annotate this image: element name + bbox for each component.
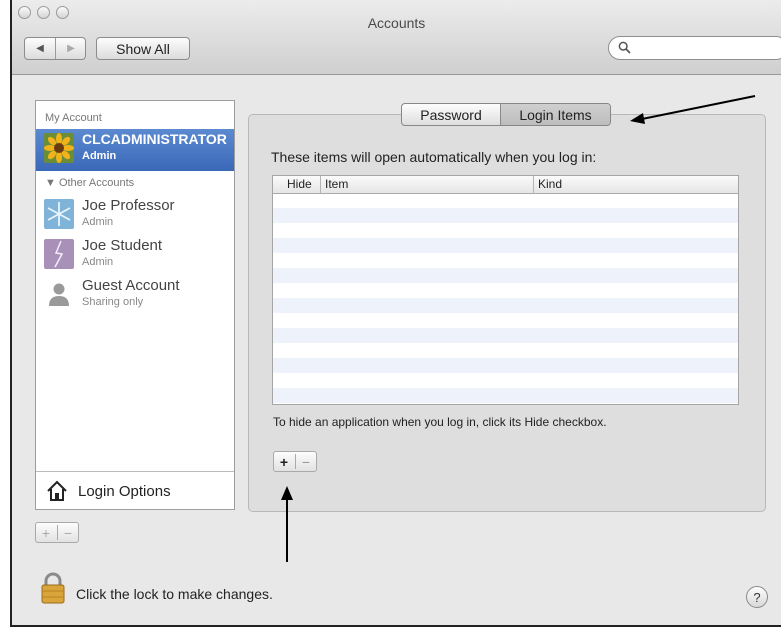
- column-header-kind[interactable]: Kind: [538, 177, 562, 191]
- lock-icon[interactable]: [41, 572, 65, 604]
- account-name: Guest Account: [82, 277, 180, 294]
- account-role: Admin: [82, 256, 114, 268]
- back-button[interactable]: ◀: [25, 38, 55, 59]
- window-title: Accounts: [367, 15, 426, 31]
- lightning-avatar-icon: [44, 239, 74, 269]
- search-icon: [618, 41, 631, 54]
- annotation-arrow-to-login-items: [630, 95, 756, 124]
- column-header-item[interactable]: Item: [325, 177, 348, 191]
- login-options-label: Login Options: [78, 483, 171, 500]
- account-item-clcadministrator[interactable]: CLCADMINISTRATOR Admin: [36, 129, 234, 171]
- show-all-button[interactable]: Show All: [96, 37, 190, 60]
- title-bar: Accounts ◀ ▶ Show All: [12, 0, 781, 75]
- column-separator: [533, 176, 534, 193]
- table-row: [273, 268, 738, 283]
- account-role: Admin: [82, 216, 114, 228]
- remove-account-button[interactable]: −: [58, 523, 78, 542]
- annotation-arrow-to-add-button: [281, 486, 293, 562]
- house-icon: [47, 480, 67, 501]
- forward-button[interactable]: ▶: [56, 38, 86, 59]
- lock-message: Click the lock to make changes.: [76, 586, 273, 602]
- table-row: [273, 388, 738, 403]
- search-field[interactable]: [608, 36, 781, 60]
- back-forward-control: ◀ ▶: [24, 37, 86, 60]
- login-options-item[interactable]: Login Options: [36, 471, 234, 509]
- table-header: Hide Item Kind: [273, 176, 738, 194]
- my-account-heading: My Account: [45, 112, 102, 124]
- account-name: Joe Professor: [82, 197, 175, 214]
- account-role: Sharing only: [82, 296, 144, 308]
- account-add-remove-control: + −: [35, 522, 79, 543]
- account-role: Admin: [82, 150, 117, 162]
- table-row: [273, 208, 738, 223]
- guest-silhouette-icon: [49, 283, 69, 306]
- table-row: [273, 328, 738, 343]
- login-items-table[interactable]: Hide Item Kind: [272, 175, 739, 405]
- help-button[interactable]: ?: [746, 586, 768, 608]
- snowflake-avatar-icon: [44, 199, 74, 229]
- remove-login-item-button[interactable]: −: [296, 452, 316, 471]
- login-items-description: These items will open automatically when…: [271, 149, 597, 165]
- hide-checkbox-hint: To hide an application when you log in, …: [273, 415, 607, 429]
- account-item-guest[interactable]: Guest Account Sharing only: [36, 275, 234, 315]
- column-separator: [320, 176, 321, 193]
- add-account-button[interactable]: +: [36, 523, 56, 542]
- tab-login-items[interactable]: Login Items: [501, 104, 610, 125]
- account-name: Joe Student: [82, 237, 163, 254]
- account-item-joe-student[interactable]: Joe Student Admin: [36, 235, 234, 275]
- tab-control: Password Login Items: [401, 103, 611, 126]
- add-login-item-button[interactable]: +: [274, 452, 294, 471]
- table-row: [273, 298, 738, 313]
- login-item-add-remove-control: + −: [273, 451, 317, 472]
- accounts-list: My Account CLCADMINISTRATOR Admin ▼ Othe…: [35, 100, 235, 510]
- account-name: CLCADMINISTRATOR: [82, 131, 227, 147]
- accounts-window: Accounts ◀ ▶ Show All My Account CLCADMI…: [10, 0, 781, 627]
- table-row: [273, 238, 738, 253]
- other-accounts-heading[interactable]: ▼ Other Accounts: [45, 177, 134, 189]
- sunflower-avatar-icon: [44, 133, 74, 163]
- account-item-joe-professor[interactable]: Joe Professor Admin: [36, 195, 234, 235]
- tab-password[interactable]: Password: [402, 104, 500, 125]
- table-row: [273, 358, 738, 373]
- column-header-hide[interactable]: Hide: [287, 177, 312, 191]
- search-input[interactable]: [635, 39, 779, 59]
